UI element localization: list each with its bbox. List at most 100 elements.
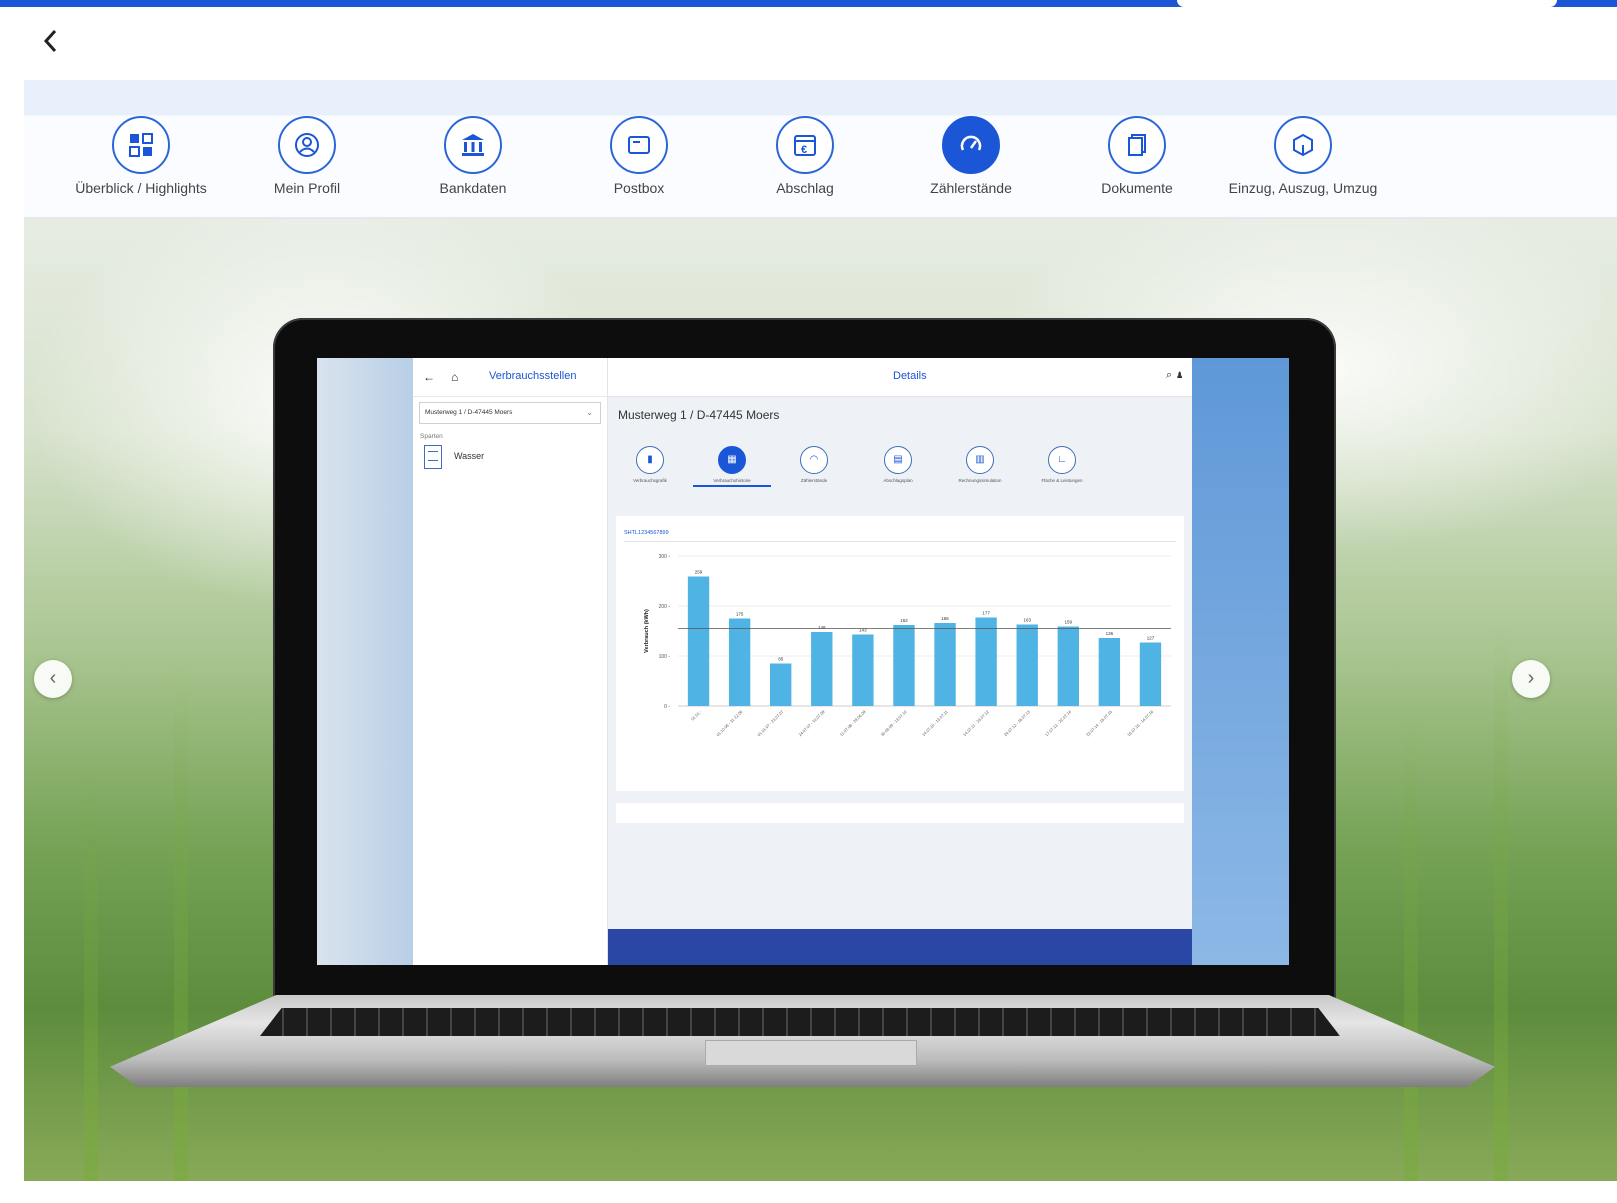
address-select-value: Musterweg 1 / D-47445 Moers — [425, 409, 513, 416]
data-label: 259 — [695, 570, 703, 575]
nav-item-payment[interactable]: € Abschlag — [720, 116, 890, 211]
carousel-prev-button[interactable]: ‹ — [34, 660, 72, 698]
nav-item-overview[interactable]: Überblick / Highlights — [56, 116, 226, 211]
area-icon: ∟ — [1048, 446, 1076, 474]
secondary-card — [616, 803, 1184, 823]
subtab-label: Zählerstände — [800, 478, 828, 483]
consumption-bar-chart: 0 - 100 - 200 - 300 - Verbrauch (kWh) 259 01.0… — [644, 554, 1171, 738]
data-label: 177 — [982, 611, 990, 616]
data-label: 127 — [1147, 636, 1155, 641]
nav-item-meter-readings[interactable]: Zählerstände — [886, 116, 1056, 211]
nav-item-label: Überblick / Highlights — [75, 180, 207, 196]
grass-blade — [174, 661, 188, 1181]
svg-text:€: € — [801, 144, 807, 156]
y-tick-label: 300 - — [659, 554, 671, 560]
data-label: 175 — [736, 612, 744, 617]
y-tick-label: 0 - — [664, 704, 670, 710]
inner-footer — [608, 929, 1192, 965]
nav-item-postbox[interactable]: Postbox — [554, 116, 724, 211]
chart-bar — [687, 576, 710, 706]
laptop-trackpad — [705, 1040, 917, 1066]
documents-icon — [1108, 116, 1166, 174]
y-axis-label: Verbrauch (kWh) — [644, 609, 650, 653]
nav-item-bank[interactable]: Bankdaten — [388, 116, 558, 211]
x-tick-label: 23.07.14 - 15.07.15 — [1085, 709, 1114, 738]
move-icon — [1274, 116, 1332, 174]
bank-icon — [444, 116, 502, 174]
overview-icon — [112, 116, 170, 174]
inner-main-title: Details — [893, 370, 927, 382]
x-tick-label: 01.10.06 - 31.12.06 — [715, 709, 744, 738]
x-tick-label: 17.07.13 - 22.07.14 — [1044, 709, 1073, 738]
nav-item-label: Mein Profil — [273, 180, 341, 196]
nav-item-label: Postbox — [613, 180, 665, 196]
history-chart-icon: ▦ — [718, 446, 746, 474]
data-label: 136 — [1106, 631, 1114, 636]
nav-item-label: Einzug, Auszug, Umzug — [1228, 180, 1378, 196]
nav-item-documents[interactable]: Dokumente — [1052, 116, 1222, 211]
chevron-left-icon — [43, 29, 57, 53]
chart-bar — [1139, 642, 1162, 706]
x-tick-label: 11.07.08 - 29.06.09 — [839, 709, 867, 737]
address-select[interactable]: Musterweg 1 / D-47445 Moers ⌄ — [419, 402, 601, 424]
subtab-meter-readings[interactable]: ◠ Zählerstände — [769, 446, 859, 483]
subtab-label: Rechnungssimulation — [958, 478, 1002, 483]
category-item-water[interactable]: Wasser — [424, 445, 607, 473]
user-icon[interactable]: ♟ — [1175, 369, 1184, 381]
subtab-area-services[interactable]: ∟ Fläche & Leistungen — [1017, 446, 1107, 483]
data-label: 163 — [1023, 618, 1031, 623]
nav-item-label: Zählerstände — [930, 180, 1012, 196]
address-heading: Musterweg 1 / D-47445 Moers — [618, 408, 780, 422]
inner-sidebar: ← ⌂ Verbrauchsstellen Musterweg 1 / D-47… — [413, 358, 608, 965]
inner-subnav: ▮ Verbrauchsgrafik ▦ Verbrauchshistorie … — [608, 446, 1192, 498]
x-tick-label: 30.06.09 - 13.07.10 — [880, 709, 909, 738]
screen-wallpaper-right — [1192, 358, 1289, 965]
chart-bar — [770, 663, 792, 706]
nav-item-label: Dokumente — [1101, 180, 1173, 196]
x-tick-label: 24.07.12 - 16.07.13 — [1003, 709, 1032, 738]
back-button[interactable] — [38, 25, 64, 57]
subtab-label: Verbrauchshistorie — [713, 478, 751, 483]
search-icon[interactable]: ⌕ — [1166, 369, 1172, 381]
inner-main-tools: ⌕ ♟ — [1166, 369, 1184, 382]
data-label: 85 — [778, 657, 784, 662]
profile-icon — [278, 116, 336, 174]
chart-bar — [811, 632, 833, 706]
chart-bar — [728, 618, 751, 706]
carousel-next-button[interactable]: › — [1512, 660, 1550, 698]
home-icon[interactable]: ⌂ — [451, 370, 458, 384]
arrow-left-icon[interactable]: ← — [423, 370, 435, 384]
data-label: 148 — [818, 625, 826, 630]
data-label: 162 — [900, 618, 908, 623]
chart-card: SHTL1234567899 0 -100 -200 -300 - Verbrau… — [616, 516, 1184, 791]
category-heading: Sparten — [420, 433, 443, 440]
subtab-payment-plan[interactable]: ▤ Abschlagsplan — [853, 446, 943, 483]
chart-bar — [1016, 624, 1038, 706]
laptop-keyboard — [260, 1008, 1340, 1036]
bar-chart-icon: ▮ — [636, 446, 664, 474]
subtab-label: Abschlagsplan — [883, 478, 913, 483]
chart-bar — [1098, 638, 1121, 706]
nav-item-profile[interactable]: Mein Profil — [222, 116, 392, 211]
x-tick-label: 14.07.10 - 13.07.11 — [921, 709, 949, 737]
postbox-icon — [610, 116, 668, 174]
x-tick-label: 01.01.07 - 23.07.07 — [756, 709, 785, 738]
top-accent-bar — [0, 0, 1617, 7]
gauge-icon: ◠ — [800, 446, 828, 474]
chart-bar — [893, 625, 915, 706]
subtab-invoice-simulation[interactable]: ▥ Rechnungssimulation — [935, 446, 1025, 483]
subtab-consumption-graph[interactable]: ▮ Verbrauchsgrafik — [605, 446, 695, 483]
gauge-icon — [942, 116, 1000, 174]
nav-item-label: Bankdaten — [439, 180, 507, 196]
grass-blade — [1404, 711, 1418, 1181]
category-item-label: Wasser — [454, 451, 485, 461]
nav-item-label: Abschlag — [776, 180, 834, 196]
y-tick-label: 200 - — [659, 604, 671, 610]
feature-nav: Überblick / Highlights Mein Profil Bankd… — [24, 80, 1617, 219]
laptop-screen: ← ⌂ Verbrauchsstellen Musterweg 1 / D-47… — [317, 358, 1289, 965]
subtab-consumption-history[interactable]: ▦ Verbrauchshistorie — [687, 446, 777, 487]
chart-bar — [975, 617, 997, 706]
chart-bar — [1057, 626, 1079, 706]
calculator-icon: ▥ — [966, 446, 994, 474]
nav-item-move[interactable]: Einzug, Auszug, Umzug — [1218, 116, 1388, 211]
